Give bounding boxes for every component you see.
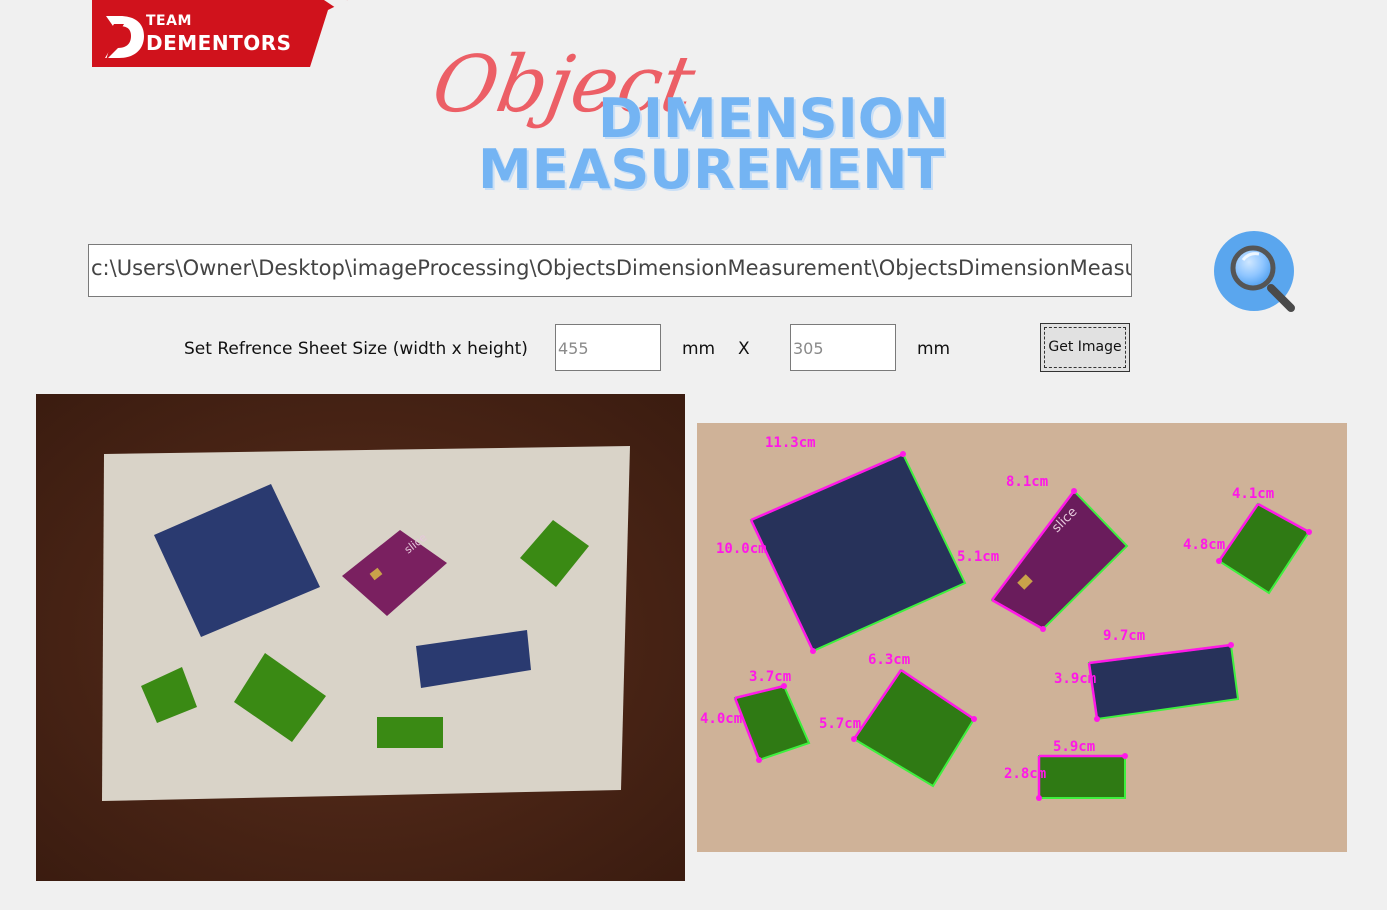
blue-rect-width-label: 9.7cm [1103, 628, 1145, 644]
width-unit-label: mm [682, 339, 716, 359]
green-top-right-width-label: 4.1cm [1232, 486, 1274, 502]
green-small-height-label: 4.0cm [700, 711, 742, 727]
blue-square-width-label: 11.3cm [765, 435, 816, 451]
green-rect-height-label: 2.8cm [1004, 766, 1046, 782]
get-image-button[interactable]: Get Image [1040, 323, 1130, 372]
reference-sheet [102, 446, 630, 801]
green-rect [377, 717, 443, 748]
team-logo: TEAM DEMENTORS [92, 0, 348, 67]
height-unit-label: mm [917, 339, 951, 359]
search-icon [1214, 231, 1295, 312]
title-line-2: MEASUREMENT [478, 138, 945, 201]
browse-search-button[interactable] [1213, 230, 1299, 316]
reference-height-value: 305 [793, 339, 824, 358]
image-path-value: c:\Users\Owner\Desktop\imageProcessing\O… [91, 256, 1132, 280]
image-path-field[interactable]: c:\Users\Owner\Desktop\imageProcessing\O… [88, 244, 1132, 297]
logo-team-text: TEAM [146, 13, 192, 29]
dimension-separator: X [738, 339, 750, 359]
app-title: Object DIMENSION MEASUREMENT [426, 40, 970, 210]
green-mid-width-label: 6.3cm [868, 652, 910, 668]
reference-size-label: Set Refrence Sheet Size (width x height) [184, 339, 528, 359]
reference-width-input[interactable]: 455 [555, 324, 661, 371]
get-image-label: Get Image [1048, 339, 1122, 355]
green-rect-contour [1038, 755, 1126, 799]
blue-square-height-label: 10.0cm [716, 541, 767, 557]
blue-rect-height-label: 3.9cm [1054, 671, 1096, 687]
green-small-width-label: 3.7cm [749, 669, 791, 685]
green-rect-width-label: 5.9cm [1053, 739, 1095, 755]
logo-brand-text: DEMENTORS [146, 31, 292, 55]
reference-height-input[interactable]: 305 [790, 324, 896, 371]
green-top-right-height-label: 4.8cm [1183, 537, 1225, 553]
card-height-label: 5.1cm [957, 549, 999, 565]
green-mid-height-label: 5.7cm [819, 716, 861, 732]
reference-width-value: 455 [558, 339, 589, 358]
original-image: slice [36, 394, 685, 881]
card-width-label: 8.1cm [1006, 474, 1048, 490]
processed-image: 11.3cm 10.0cm slice 8.1cm 5.1cm 4.1cm 4.… [697, 423, 1347, 852]
